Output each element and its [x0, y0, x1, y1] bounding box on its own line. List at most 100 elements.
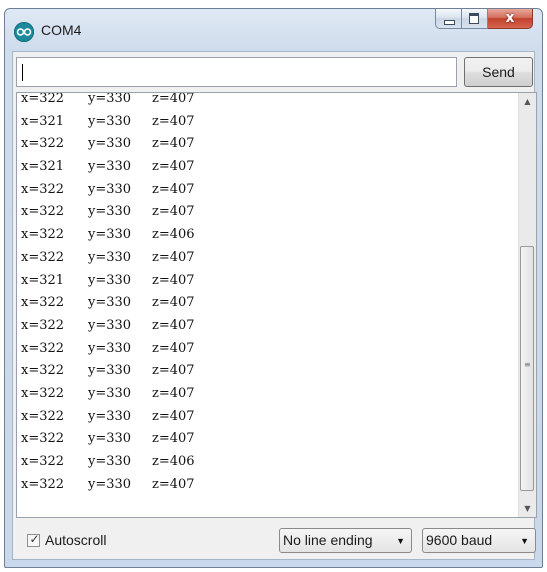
x-value: x=322: [21, 454, 65, 469]
z-value: z=406: [152, 454, 195, 469]
grip-icon: ≡: [524, 360, 531, 369]
minimize-icon[interactable]: [435, 9, 462, 29]
y-value: y=330: [88, 92, 132, 106]
y-value: y=330: [88, 385, 132, 401]
x-value: x=322: [21, 317, 65, 333]
y-value: y=330: [88, 204, 132, 220]
output-line: x=322 y=330 z=407: [21, 133, 195, 156]
y-value: y=330: [88, 408, 132, 424]
z-value: z=407: [152, 181, 195, 197]
scroll-down-icon[interactable]: ▼: [519, 500, 536, 517]
z-value: z=407: [152, 272, 195, 288]
z-value: z=407: [152, 363, 195, 379]
z-value: z=407: [152, 92, 195, 106]
x-value: x=322: [21, 92, 65, 106]
send-button[interactable]: Send: [464, 57, 533, 87]
y-value: y=330: [88, 317, 132, 333]
y-value: y=330: [88, 181, 132, 197]
z-value: z=407: [152, 159, 195, 175]
x-value: x=321: [21, 159, 65, 175]
y-value: y=330: [88, 295, 132, 311]
z-value: z=407: [152, 204, 195, 220]
output-line: x=322 y=330 z=407: [21, 315, 195, 338]
autoscroll-label: Autoscroll: [45, 532, 107, 548]
x-value: x=322: [21, 136, 65, 152]
title-bar[interactable]: COM4 x: [5, 9, 542, 45]
output-line: x=321 y=330 z=407: [21, 111, 195, 134]
x-value: x=322: [21, 340, 65, 356]
output-line: x=322 y=330 z=407: [21, 383, 195, 406]
output-line: x=321 y=330 z=407: [21, 156, 195, 179]
y-value: y=330: [88, 340, 132, 356]
chevron-down-icon: ▼: [396, 536, 405, 546]
close-icon[interactable]: x: [488, 9, 533, 29]
x-value: x=322: [21, 431, 65, 447]
y-value: y=330: [88, 454, 132, 469]
z-value: z=406: [152, 227, 195, 243]
output-line: x=322 y=330 z=407: [21, 92, 195, 111]
window-title: COM4: [41, 22, 82, 38]
line-ending-value: No line ending: [283, 532, 373, 548]
scroll-up-icon[interactable]: ▲: [519, 93, 536, 110]
baud-rate-select[interactable]: 9600 baud ▼: [422, 528, 536, 553]
output-line: x=322 y=330 z=407: [21, 201, 195, 224]
x-value: x=321: [21, 272, 65, 288]
output-line: x=322 y=330 z=406: [21, 224, 195, 247]
serial-output[interactable]: x=322 y=330 z=407 x=321 y=330 z=407 x=322 y=330…: [16, 92, 537, 518]
x-value: x=322: [21, 295, 65, 311]
z-value: z=407: [152, 476, 195, 492]
output-line: x=322 y=330 z=407: [21, 247, 195, 270]
output-line: x=322 y=330 z=407: [21, 474, 195, 497]
y-value: y=330: [88, 431, 132, 447]
baud-rate-value: 9600 baud: [426, 532, 493, 548]
x-value: x=322: [21, 385, 65, 401]
z-value: z=407: [152, 113, 195, 129]
serial-input[interactable]: [16, 57, 457, 87]
line-ending-select[interactable]: No line ending ▼: [279, 528, 412, 553]
z-value: z=407: [152, 431, 195, 447]
output-line: x=322 y=330 z=407: [21, 179, 195, 202]
y-value: y=330: [88, 272, 132, 288]
y-value: y=330: [88, 249, 132, 265]
autoscroll-checkbox[interactable]: ✓: [27, 532, 40, 547]
y-value: y=330: [88, 476, 132, 492]
checkmark-icon: ✓: [29, 532, 40, 546]
arduino-icon: [14, 22, 34, 42]
x-value: x=322: [21, 363, 65, 379]
client-area: Send x=322 y=330 z=407 x=321 y=330 z=407 x=322…: [12, 51, 537, 560]
output-line: x=321 y=330 z=407: [21, 270, 195, 293]
chevron-down-icon: ▼: [520, 536, 529, 546]
y-value: y=330: [88, 227, 132, 243]
x-value: x=322: [21, 408, 65, 424]
x-value: x=322: [21, 204, 65, 220]
output-line: x=322 y=330 z=407: [21, 338, 195, 361]
z-value: z=407: [152, 295, 195, 311]
close-glyph: x: [505, 10, 515, 26]
x-value: x=322: [21, 249, 65, 265]
output-line: x=322 y=330 z=406: [21, 451, 195, 474]
output-line: x=322 y=330 z=407: [21, 428, 195, 451]
bottom-bar: ✓ Autoscroll No line ending ▼ 9600 baud …: [13, 522, 536, 558]
serial-monitor-window: COM4 x Send x=322 y=330 z=407 x=321 y=330 z=4…: [4, 8, 543, 568]
text-caret: [22, 64, 23, 81]
z-value: z=407: [152, 317, 195, 333]
caption-buttons: x: [435, 9, 533, 31]
vertical-scrollbar[interactable]: ▲ ≡ ▼: [518, 93, 536, 517]
y-value: y=330: [88, 363, 132, 379]
x-value: x=322: [21, 476, 65, 492]
output-line: x=322 y=330 z=407: [21, 292, 195, 315]
maximize-icon[interactable]: [462, 9, 488, 29]
y-value: y=330: [88, 113, 132, 129]
z-value: z=407: [152, 385, 195, 401]
z-value: z=407: [152, 249, 195, 265]
output-line: x=322 y=330 z=407: [21, 406, 195, 429]
y-value: y=330: [88, 136, 132, 152]
x-value: x=322: [21, 227, 65, 243]
z-value: z=407: [152, 340, 195, 356]
y-value: y=330: [88, 159, 132, 175]
scroll-thumb[interactable]: ≡: [520, 246, 534, 491]
x-value: x=322: [21, 181, 65, 197]
output-lines: x=322 y=330 z=407 x=321 y=330 z=407 x=322 y=330…: [21, 92, 195, 497]
z-value: z=407: [152, 136, 195, 152]
output-line: x=322 y=330 z=407: [21, 360, 195, 383]
